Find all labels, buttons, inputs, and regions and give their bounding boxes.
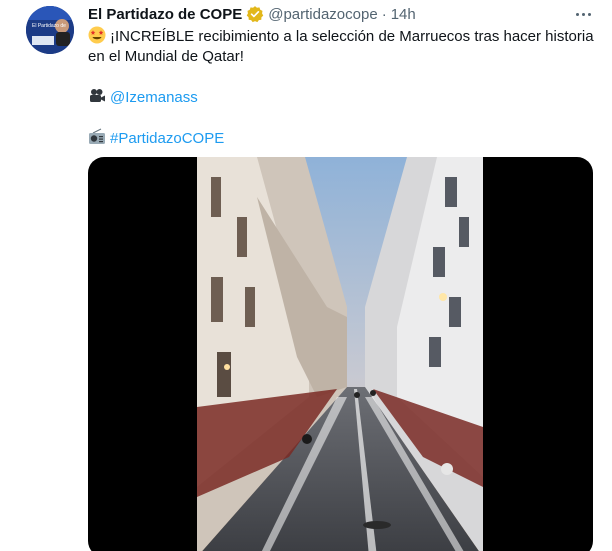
radio-emoji — [88, 128, 106, 146]
tweet-timestamp[interactable]: 14h — [391, 6, 416, 23]
more-options-icon[interactable] — [572, 4, 594, 24]
author-handle[interactable]: @partidazocope — [268, 6, 377, 23]
verified-badge-icon — [246, 5, 264, 23]
tweet-text-line-1: ¡INCREÍBLE recibimiento a la selección d… — [88, 26, 594, 47]
tweet-text-line-1-content: ¡INCREÍBLE recibimiento a la selección d… — [110, 28, 594, 45]
hashtag-line: #PartidazoCOPE — [88, 128, 593, 149]
author-avatar[interactable]: El Partidazo de — [26, 6, 74, 54]
avatar-caption: El Partidazo de — [32, 23, 66, 29]
header-separator: · — [381, 5, 387, 23]
tweet-text: ¡INCREÍBLE recibimiento a la selección d… — [88, 26, 594, 149]
tweet-media[interactable] — [88, 157, 593, 551]
mention-line: @Izemanass — [88, 87, 593, 108]
tweet-card[interactable]: El Partidazo de El Partidazo de COPE @pa… — [0, 0, 612, 551]
mention-link[interactable]: @Izemanass — [110, 89, 198, 106]
video-player[interactable] — [197, 157, 483, 551]
video-thumbnail — [197, 157, 483, 551]
hashtag-link[interactable]: #PartidazoCOPE — [110, 130, 224, 147]
author-display-name[interactable]: El Partidazo de COPE — [88, 6, 242, 23]
tweet-header: El Partidazo de COPE @partidazocope · 14… — [88, 4, 416, 24]
movie-camera-emoji — [88, 87, 106, 105]
tweet-text-line-2: en el Mundial de Qatar! — [88, 48, 244, 65]
star-struck-emoji — [88, 26, 106, 44]
